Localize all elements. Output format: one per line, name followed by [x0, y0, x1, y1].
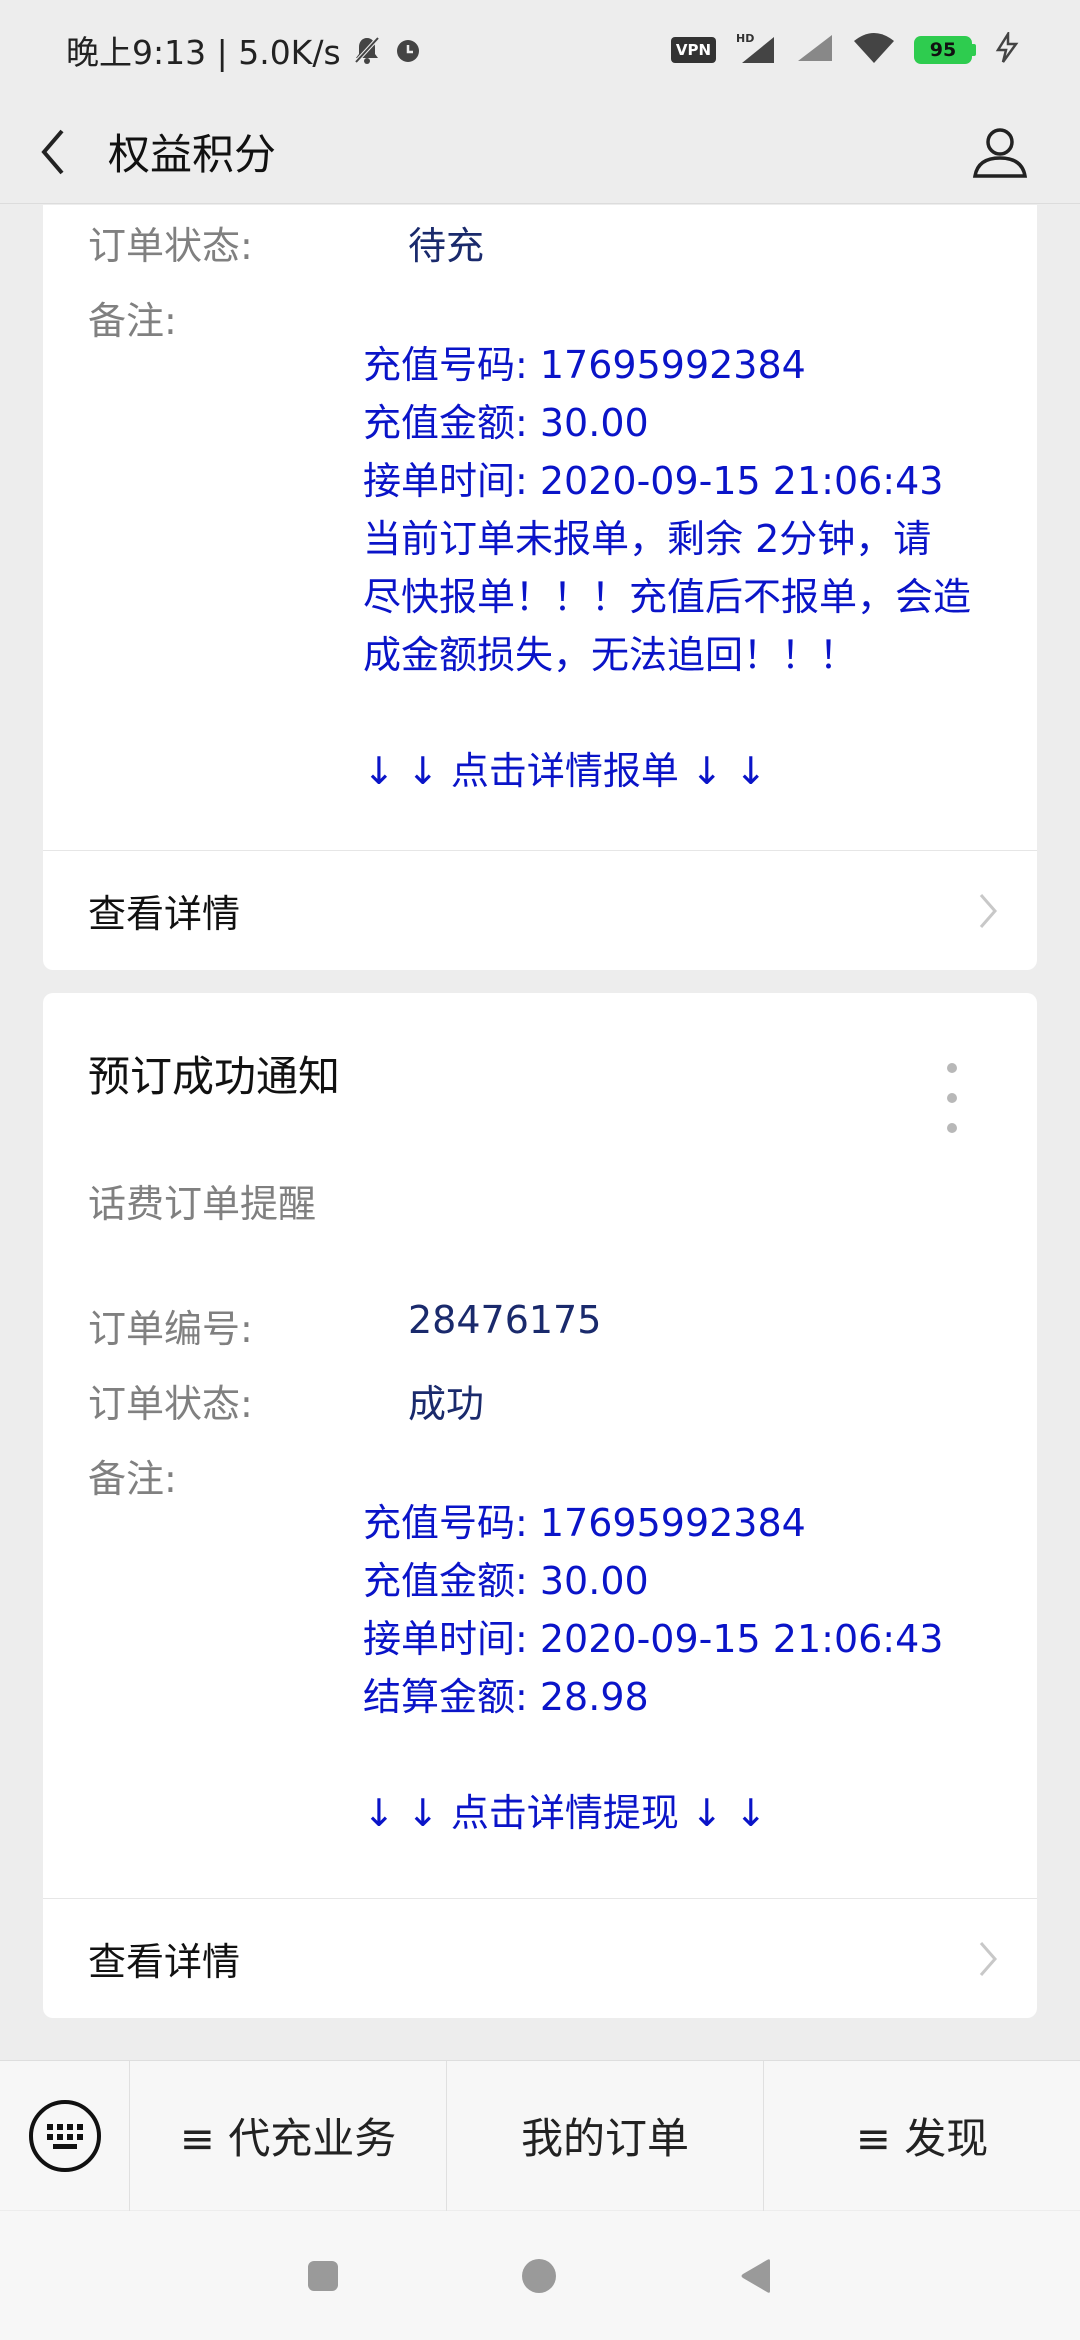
- dot-icon: [947, 1123, 957, 1133]
- remark-line: 接单时间: 2020-09-15 21:06:43: [363, 459, 944, 503]
- card-title: 预订成功通知: [88, 1052, 341, 1101]
- remark-line: 当前订单未报单，剩余 2分钟，请: [363, 517, 932, 561]
- remark-line: 充值号码: 17695992384: [363, 1501, 806, 1545]
- chevron-left-icon: [41, 129, 64, 174]
- menu-discover[interactable]: ≡ 发现: [764, 2061, 1080, 2211]
- status-row: 订单状态: 待充: [88, 215, 484, 270]
- chevron-right-icon: [979, 894, 997, 928]
- remark-line: 充值金额: 30.00: [363, 401, 649, 445]
- order-no-value: 28476175: [408, 1298, 602, 1342]
- status-right: VPN HD 95: [670, 29, 1020, 69]
- status-label: 订单状态:: [88, 1382, 253, 1426]
- recents-button[interactable]: [306, 2259, 340, 2293]
- time-network-speed: 晚上9:13 | 5.0K/s: [66, 33, 341, 72]
- keyboard-toggle-button[interactable]: [0, 2060, 130, 2211]
- remark-line: 充值金额: 30.00: [363, 1559, 649, 1603]
- order-no-label: 订单编号:: [88, 1307, 253, 1351]
- status-bar: 晚上9:13 | 5.0K/s VPN HD 95: [0, 0, 1080, 100]
- remark-label: 备注:: [88, 1457, 177, 1501]
- remark-line: 尽快报单！！！充值后不报单，会造: [363, 575, 972, 619]
- order-no-row: 订单编号: 28476175: [88, 1298, 601, 1353]
- back-button[interactable]: [8, 100, 98, 204]
- battery-icon: 95: [914, 36, 976, 64]
- menu-my-orders[interactable]: 我的订单: [447, 2060, 764, 2211]
- chevron-right-icon: [979, 1942, 997, 1976]
- remark-line: 接单时间: 2020-09-15 21:06:43: [363, 1617, 944, 1661]
- status-left: 晚上9:13 | 5.0K/s: [66, 26, 423, 74]
- view-details-label: 查看详情: [88, 891, 241, 936]
- remark-line: 成金额损失，无法追回！！！: [363, 633, 858, 677]
- menu-recharge-service[interactable]: ≡ 代充业务: [130, 2060, 447, 2211]
- home-button[interactable]: [520, 2257, 558, 2295]
- status-row: 订单状态: 成功: [88, 1373, 484, 1428]
- card-subtitle: 话费订单提醒: [88, 1182, 317, 1226]
- view-details-label: 查看详情: [88, 1939, 241, 1984]
- back-nav-button[interactable]: [738, 2257, 774, 2295]
- view-details-link[interactable]: 查看详情: [43, 850, 1037, 970]
- remark-line: 结算金额: 28.98: [363, 1675, 649, 1719]
- status-value: 待充: [408, 224, 485, 268]
- battery-level: 95: [914, 36, 972, 64]
- status-label: 订单状态:: [88, 224, 253, 268]
- remark-row: 备注:: [88, 1448, 177, 1503]
- hd-signal-icon: HD: [734, 31, 778, 69]
- signal-icon: [796, 33, 834, 67]
- message-card-pending: 订单状态: 待充 备注: 充值号码: 17695992384 充值金额: 30.…: [43, 205, 1037, 970]
- keyboard-icon: [28, 2099, 101, 2172]
- user-icon: [972, 128, 1028, 178]
- dot-icon: [947, 1063, 957, 1073]
- remark-label: 备注:: [88, 299, 177, 343]
- wifi-icon: [852, 31, 896, 69]
- system-navigation-bar: [0, 2211, 1080, 2340]
- cta-text: ↓ ↓ 点击详情报单 ↓ ↓: [363, 749, 767, 793]
- nav-bar: 权益积分: [0, 100, 1080, 204]
- cta-text: ↓ ↓ 点击详情提现 ↓ ↓: [363, 1791, 767, 1835]
- alarm-icon: [393, 35, 423, 65]
- mute-bell-icon: [353, 35, 381, 65]
- charging-icon: [994, 29, 1020, 68]
- svg-text:HD: HD: [736, 32, 754, 45]
- profile-button[interactable]: [960, 112, 1040, 192]
- message-card-success: 预订成功通知 话费订单提醒 订单编号: 28476175 订单状态: 成功 备注…: [43, 993, 1037, 2018]
- remark-line: 充值号码: 17695992384: [363, 343, 806, 387]
- more-options-button[interactable]: [937, 1063, 967, 1133]
- view-details-link[interactable]: 查看详情: [43, 1898, 1037, 2018]
- bottom-menu: ≡ 代充业务 我的订单 ≡ 发现: [0, 2060, 1080, 2211]
- vpn-icon: VPN: [670, 37, 716, 63]
- page-title: 权益积分: [108, 130, 277, 179]
- dot-icon: [947, 1093, 957, 1103]
- status-value: 成功: [408, 1382, 485, 1426]
- remark-row: 备注:: [88, 290, 177, 345]
